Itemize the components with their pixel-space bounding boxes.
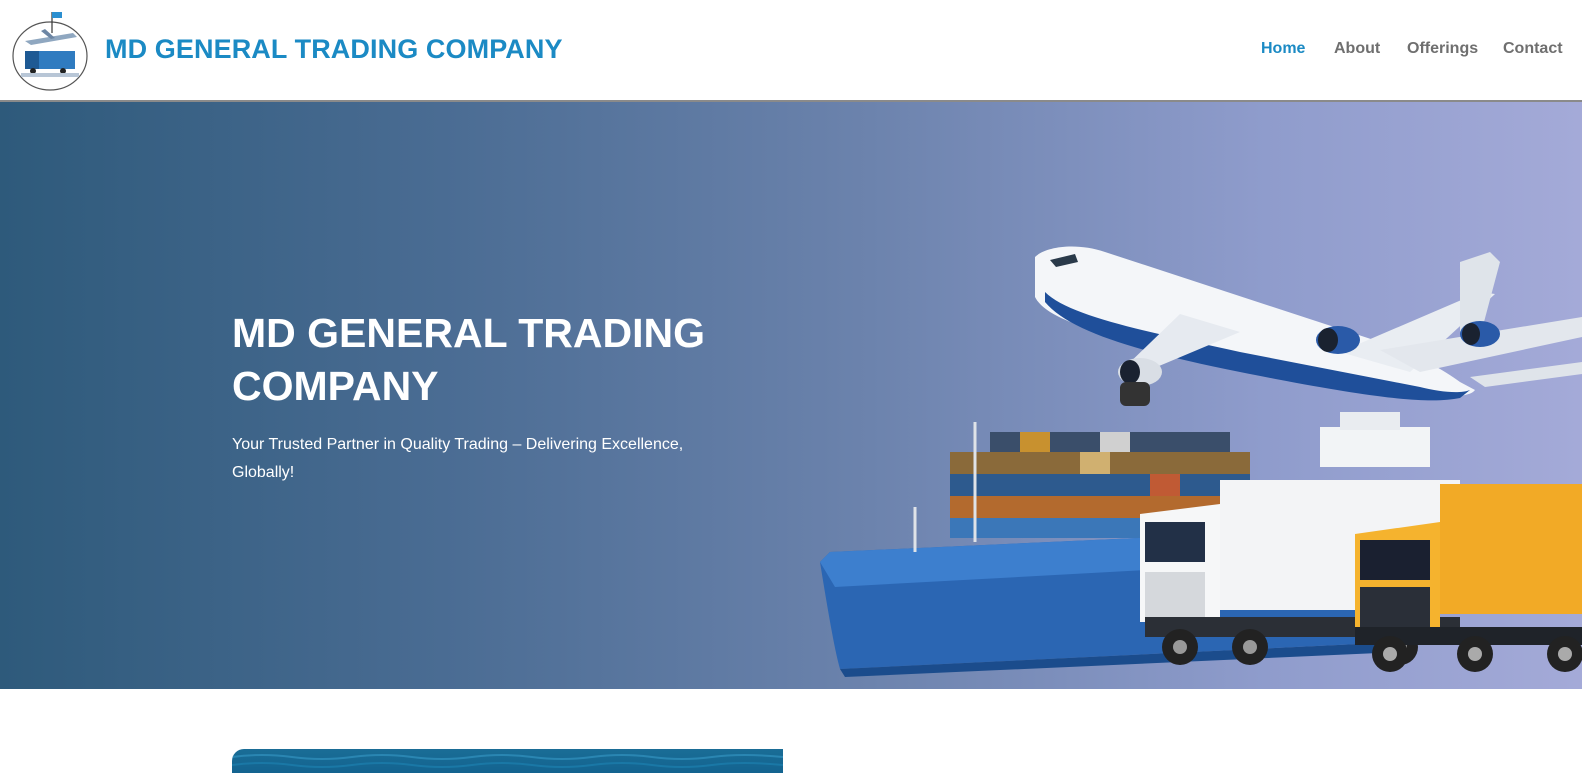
ocean-texture-icon (232, 754, 783, 768)
nav-home[interactable]: Home (1261, 40, 1305, 58)
logistics-plane-ship-trucks-icon (820, 246, 1582, 677)
main-nav: Home About Offerings Contact (0, 40, 1582, 62)
hero-section: MD GENERAL TRADING COMPANY Your Trusted … (0, 102, 1582, 689)
nav-contact[interactable]: Contact (1503, 40, 1563, 58)
hero-title: MD GENERAL TRADING COMPANY (232, 310, 706, 409)
nav-offerings[interactable]: Offerings (1407, 40, 1478, 58)
site-header: MD GENERAL TRADING COMPANY Home About Of… (0, 0, 1582, 102)
nav-about[interactable]: About (1334, 40, 1380, 58)
about-image-card (232, 749, 783, 773)
airplane-icon (1035, 246, 1582, 406)
hero-subtitle: Your Trusted Partner in Quality Trading … (232, 436, 684, 481)
